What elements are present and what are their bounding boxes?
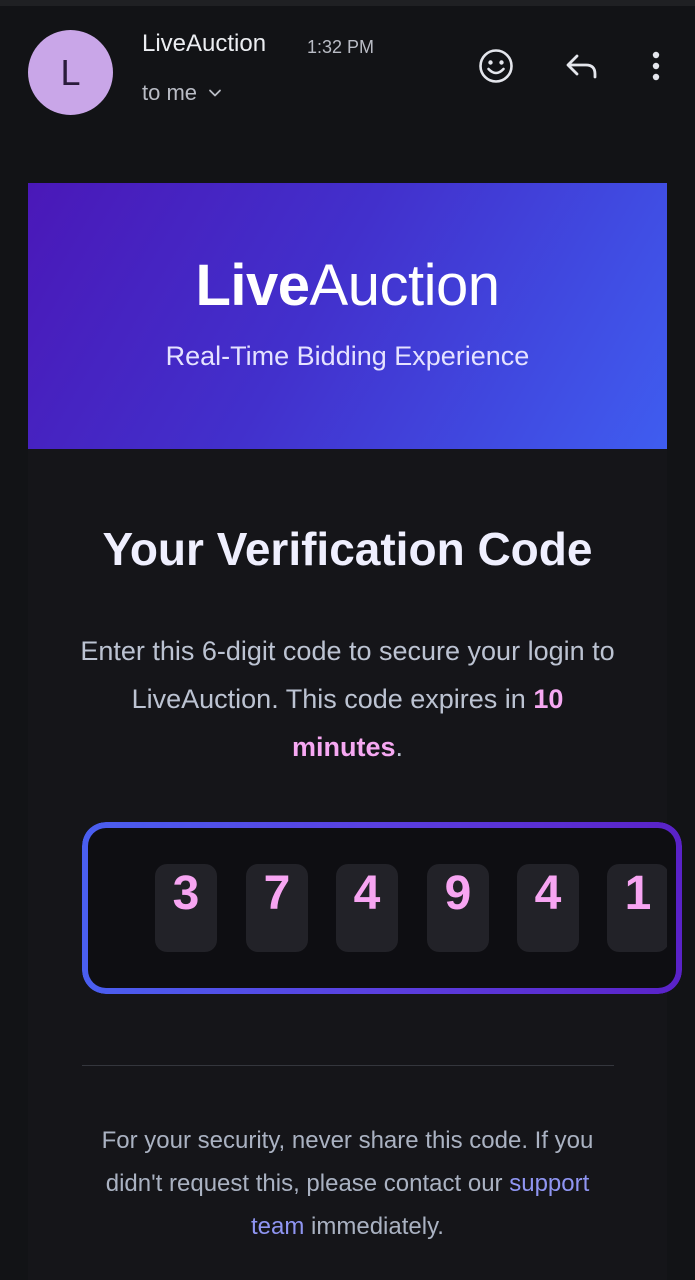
security-notice: For your security, never share this code… [84, 1119, 611, 1248]
code-digit: 4 [336, 864, 398, 952]
avatar-letter: L [60, 51, 81, 93]
code-digit: 7 [246, 864, 308, 952]
verification-code-box: 3 7 4 9 4 1 [82, 822, 682, 994]
code-digit: 1 [607, 864, 667, 952]
avatar[interactable]: L [28, 30, 113, 115]
reply-button[interactable] [561, 46, 601, 86]
brand-bold: Live [195, 253, 310, 318]
emoji-reaction-button[interactable] [476, 46, 516, 86]
brand-tagline: Real-Time Bidding Experience [165, 341, 530, 371]
intro-after: . [395, 732, 404, 762]
divider [82, 1065, 614, 1066]
footer-after: immediately. [304, 1213, 444, 1240]
message-time: 1:32 PM [307, 37, 375, 57]
code-digit: 9 [427, 864, 489, 952]
page-title: Your Verification Code [102, 523, 593, 575]
more-options-button[interactable] [636, 46, 676, 86]
emoji-icon [479, 49, 513, 83]
status-strip [0, 0, 695, 6]
sender-name[interactable]: LiveAuction [142, 30, 266, 58]
more-vert-icon [652, 51, 660, 81]
recipient-label: to me [142, 80, 198, 105]
brand-banner: LiveAuction Real-Time Bidding Experience [28, 183, 667, 449]
code-digit: 4 [517, 864, 579, 952]
brand-logo: LiveAuction [195, 257, 500, 315]
chevron-down-icon [209, 89, 221, 97]
code-digit: 3 [155, 864, 217, 952]
reply-icon [566, 54, 597, 79]
code-digits: 3 7 4 9 4 1 [82, 822, 667, 994]
intro-text: Enter this 6-digit code to secure your l… [80, 627, 615, 771]
brand-regular: Auction [309, 253, 500, 318]
recipient-toggle[interactable]: to me [142, 80, 223, 106]
